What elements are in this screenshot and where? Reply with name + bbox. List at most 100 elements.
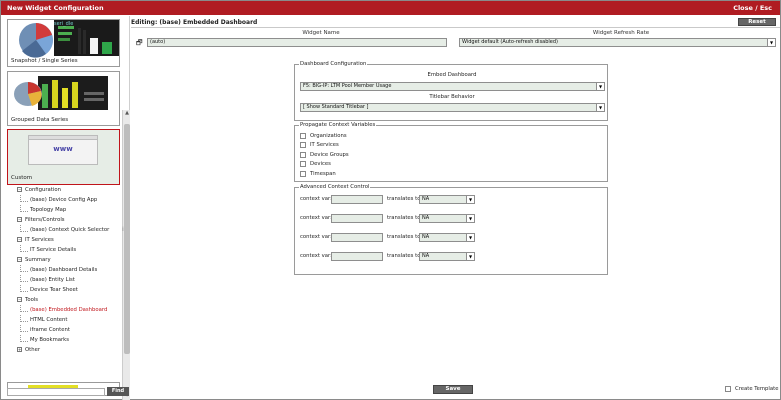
translates-to-select[interactable]: NA ▼ <box>419 233 475 242</box>
chevron-down-icon[interactable]: ▼ <box>466 234 474 241</box>
close-button[interactable]: Close / Esc <box>733 4 772 12</box>
save-button[interactable]: Save <box>433 385 473 394</box>
fieldset-legend: Advanced Context Control <box>299 184 371 190</box>
titlebar-behavior-select[interactable]: [ Show Standard Titlebar ] ▼ <box>300 103 605 112</box>
tree-item[interactable]: (base) Dashboard Details <box>17 265 125 275</box>
translates-to-select[interactable]: NA ▼ <box>419 214 475 223</box>
fieldset-legend: Dashboard Configuration <box>299 61 368 67</box>
tree-item[interactable]: Device Tear Sheet <box>17 285 125 295</box>
timespan-checkbox[interactable] <box>300 171 306 177</box>
fieldset-legend: Propagate Context Variables <box>299 122 377 128</box>
embed-dashboard-select[interactable]: F5: BIG-IP: LTM Pool Member Usage ▼ <box>300 82 605 91</box>
tree-item[interactable]: (base) Device Config App <box>17 195 125 205</box>
widget-type-sidebar: seri_dle Snapshot / Single Series Groupe… <box>3 16 130 400</box>
context-var-input[interactable] <box>331 233 383 242</box>
it-services-checkbox[interactable] <box>300 142 306 148</box>
tree-category-other[interactable]: + Other <box>17 345 125 355</box>
scrollbar-thumb[interactable] <box>124 124 130 354</box>
embed-dashboard-label: Embed Dashboard <box>427 72 477 78</box>
chevron-down-icon[interactable]: ▼ <box>466 253 474 260</box>
devices-checkbox[interactable] <box>300 161 306 167</box>
thumbnail-custom[interactable]: www Custom <box>7 129 120 185</box>
custom-preview-text: www <box>53 145 73 153</box>
chevron-down-icon[interactable]: ▼ <box>466 196 474 203</box>
collapse-icon[interactable]: − <box>17 237 22 242</box>
tree-item-selected[interactable]: (base) Embedded Dashboard <box>17 305 125 315</box>
checkbox-label: Organizations <box>310 133 347 139</box>
tree-category-configuration[interactable]: − Configuration <box>17 185 125 195</box>
editor-footer: Save Create Template <box>131 384 780 396</box>
tree-item[interactable]: iframe Content <box>17 325 125 335</box>
widget-name-header: Widget Name <box>302 30 340 36</box>
editor-header: Editing: (base) Embedded Dashboard Reset <box>131 16 780 28</box>
tree-category-filters-controls[interactable]: − Filters/Controls <box>17 215 125 225</box>
tree-item[interactable]: IT Service Details <box>17 245 125 255</box>
checkbox-label: IT Services <box>310 142 339 148</box>
translates-to-label: translates to <box>387 215 421 221</box>
thumbnail-grouped-data-series[interactable]: Grouped Data Series <box>7 71 120 126</box>
thumbnail-label: Snapshot / Single Series <box>11 58 78 64</box>
reset-button[interactable]: Reset <box>738 18 776 26</box>
checkbox-label: Devices <box>310 161 331 167</box>
widget-name-input[interactable]: (auto) <box>147 38 447 47</box>
collapse-icon[interactable]: − <box>17 187 22 192</box>
checkbox-label: Device Groups <box>310 152 349 158</box>
collapse-icon[interactable]: − <box>17 297 22 302</box>
dashboard-config-fieldset: Dashboard Configuration Embed Dashboard … <box>294 61 608 121</box>
custom-preview-window: www <box>28 135 98 165</box>
organizations-checkbox[interactable] <box>300 133 306 139</box>
translates-to-select[interactable]: NA ▼ <box>419 252 475 261</box>
grouped-chart-preview <box>8 72 119 114</box>
context-var-input[interactable] <box>331 252 383 261</box>
find-bar: Find <box>3 387 129 397</box>
editor-title: Editing: (base) Embedded Dashboard <box>131 19 258 26</box>
context-var-label: context var: <box>300 196 332 202</box>
create-template-checkbox[interactable] <box>725 386 731 392</box>
scroll-up-icon[interactable]: ▲ <box>123 110 131 118</box>
checkbox-label: Timespan <box>310 171 336 177</box>
chevron-down-icon[interactable]: ▼ <box>466 215 474 222</box>
widget-tree: − Configuration (base) Device Config App … <box>17 185 125 355</box>
context-var-label: context var: <box>300 253 332 259</box>
tree-category-it-services[interactable]: − IT Services <box>17 235 125 245</box>
tree-item[interactable]: My Bookmarks <box>17 335 125 345</box>
context-var-input[interactable] <box>331 195 383 204</box>
translates-to-label: translates to <box>387 196 421 202</box>
thumbnail-snapshot-single-series[interactable]: seri_dle Snapshot / Single Series <box>7 19 120 67</box>
context-var-label: context var: <box>300 234 332 240</box>
advanced-context-fieldset: Advanced Context Control context var: tr… <box>294 184 608 275</box>
window-title: New Widget Configuration <box>7 4 104 12</box>
refresh-rate-header: Widget Refresh Rate <box>592 30 650 36</box>
title-bar: New Widget Configuration Close / Esc <box>1 1 780 15</box>
tree-item[interactable]: Topology Map <box>17 205 125 215</box>
find-button[interactable]: Find <box>107 387 129 396</box>
collapse-icon[interactable]: − <box>17 217 22 222</box>
find-input[interactable] <box>7 388 105 396</box>
propagate-context-fieldset: Propagate Context Variables Organization… <box>294 122 608 182</box>
panel-splitter-icon[interactable]: ⁞ <box>122 226 124 233</box>
refresh-rate-select[interactable]: Widget default (Auto-refresh disabled) ▼ <box>459 38 776 47</box>
tree-category-summary[interactable]: − Summary <box>17 255 125 265</box>
chevron-down-icon[interactable]: ▼ <box>596 83 604 90</box>
thumbnail-label: Grouped Data Series <box>11 117 69 123</box>
tree-category-tools[interactable]: − Tools <box>17 295 125 305</box>
chevron-down-icon[interactable]: ▼ <box>596 104 604 111</box>
translates-to-select[interactable]: NA ▼ <box>419 195 475 204</box>
titlebar-behavior-label: Titlebar Behavior <box>429 94 475 100</box>
window-icon: 🗗 <box>136 39 143 47</box>
translates-to-label: translates to <box>387 253 421 259</box>
widget-config-window: New Widget Configuration Close / Esc ser… <box>0 0 781 400</box>
translates-to-label: translates to <box>387 234 421 240</box>
tree-item[interactable]: (base) Context Quick Selector <box>17 225 125 235</box>
thumb-text: seri_dle <box>54 21 74 27</box>
tree-item[interactable]: HTML Content <box>17 315 125 325</box>
device-groups-checkbox[interactable] <box>300 152 306 158</box>
chevron-down-icon[interactable]: ▼ <box>767 39 775 46</box>
tree-item[interactable]: (base) Entity List <box>17 275 125 285</box>
thumbnail-label: Custom <box>11 175 33 181</box>
sidebar-scrollbar[interactable]: ▲ ▼ <box>122 110 130 400</box>
context-var-label: context var: <box>300 215 332 221</box>
expand-icon[interactable]: + <box>17 347 22 352</box>
collapse-icon[interactable]: − <box>17 257 22 262</box>
context-var-input[interactable] <box>331 214 383 223</box>
